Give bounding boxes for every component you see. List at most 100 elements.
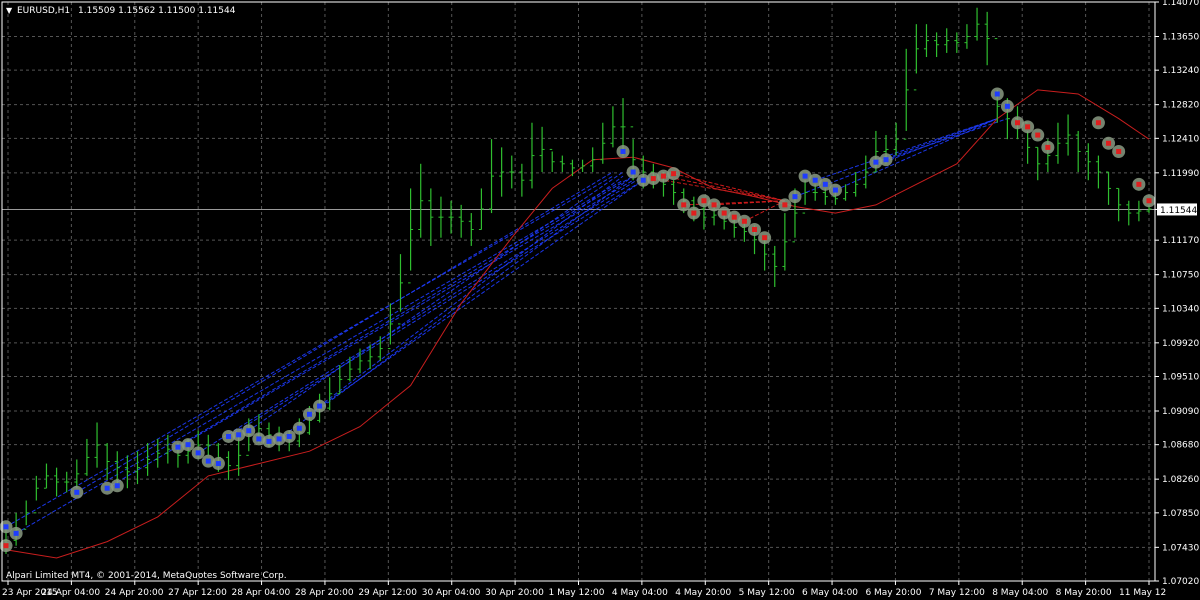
buy-marker bbox=[792, 194, 798, 200]
sell-marker bbox=[731, 214, 737, 220]
price-tick-label: 1.13240 bbox=[1162, 66, 1199, 76]
price-tick-label: 1.11170 bbox=[1162, 236, 1199, 246]
current-price-label: 1.11544 bbox=[1160, 206, 1197, 216]
buy-marker bbox=[296, 425, 302, 431]
time-tick-label: 27 Apr 12:00 bbox=[168, 588, 227, 598]
buy-marker bbox=[13, 530, 19, 536]
sell-marker bbox=[1106, 140, 1112, 146]
buy-marker bbox=[205, 458, 211, 464]
time-tick-label: 24 Apr 04:00 bbox=[41, 588, 100, 598]
time-tick-label: 8 May 20:00 bbox=[1056, 588, 1112, 598]
price-chart[interactable]: 1.14070 1.13650 1.13240 1.12820 1.12410 1.119… bbox=[0, 0, 1200, 600]
sell-marker bbox=[721, 210, 727, 216]
buy-marker bbox=[286, 433, 292, 439]
time-tick-label: 28 Apr 04:00 bbox=[232, 588, 291, 598]
buy-marker bbox=[873, 159, 879, 165]
chart-header: ▼ EURUSD,H1 1.15509 1.15562 1.11500 1.11… bbox=[6, 6, 236, 16]
sell-marker bbox=[691, 210, 697, 216]
buy-marker bbox=[640, 177, 646, 183]
sell-marker bbox=[671, 171, 677, 177]
price-tick-label: 1.14070 bbox=[1162, 0, 1199, 8]
sell-marker bbox=[1045, 144, 1051, 150]
buy-marker bbox=[266, 438, 272, 444]
trade-connector-line bbox=[663, 175, 785, 202]
envelope-line bbox=[5, 89, 1150, 559]
sell-marker bbox=[660, 173, 666, 179]
price-tick-label: 1.09510 bbox=[1162, 373, 1199, 383]
price-tick-label: 1.08260 bbox=[1162, 475, 1199, 485]
trade-connector-line bbox=[875, 118, 998, 163]
price-tick-label: 1.07430 bbox=[1162, 543, 1199, 553]
time-tick-label: 5 May 12:00 bbox=[739, 588, 795, 598]
buy-marker bbox=[185, 442, 191, 448]
sell-marker bbox=[762, 235, 768, 241]
trade-connector-line bbox=[309, 179, 644, 415]
time-tick-label: 7 May 12:00 bbox=[929, 588, 985, 598]
sell-marker bbox=[1015, 120, 1021, 126]
time-tick-label: 6 May 04:00 bbox=[802, 588, 858, 598]
price-tick-label: 1.10750 bbox=[1162, 271, 1199, 281]
time-axis: 23 Apr 201524 Apr 04:00 24 Apr 20:00 27 Ap… bbox=[2, 581, 1166, 598]
price-tick-label: 1.10340 bbox=[1162, 304, 1199, 314]
sell-marker bbox=[752, 226, 758, 232]
buy-marker bbox=[1004, 103, 1010, 109]
price-tick-label: 1.12820 bbox=[1162, 101, 1199, 111]
copyright-text: Alpari Limited MT4, © 2001-2014, MetaQuo… bbox=[6, 571, 287, 581]
time-tick-label: 29 Apr 12:00 bbox=[358, 588, 417, 598]
time-tick-label: 4 May 04:00 bbox=[612, 588, 668, 598]
time-tick-label: 28 Apr 20:00 bbox=[295, 588, 354, 598]
sell-marker bbox=[1095, 120, 1101, 126]
chart-menu-icon[interactable]: ▼ bbox=[6, 6, 13, 15]
price-tick-label: 1.12410 bbox=[1162, 134, 1199, 144]
buy-marker bbox=[104, 485, 110, 491]
buy-marker bbox=[226, 433, 232, 439]
sell-marker bbox=[1146, 198, 1152, 204]
trade-connector-line bbox=[248, 171, 624, 432]
symbol-label: EURUSD,H1 bbox=[17, 6, 70, 16]
price-tick-label: 1.09090 bbox=[1162, 407, 1199, 417]
sell-marker bbox=[782, 202, 788, 208]
time-tick-label: 30 Apr 04:00 bbox=[422, 588, 481, 598]
price-bars bbox=[3, 7, 1152, 554]
buy-marker bbox=[114, 483, 120, 489]
buy-marker bbox=[3, 524, 9, 530]
buy-marker bbox=[175, 444, 181, 450]
buy-marker bbox=[276, 436, 282, 442]
buy-marker bbox=[994, 91, 1000, 97]
price-tick-label: 1.09920 bbox=[1162, 339, 1199, 349]
time-tick-label: 30 Apr 20:00 bbox=[485, 588, 544, 598]
trade-connector-line bbox=[15, 179, 624, 534]
buy-marker bbox=[215, 461, 221, 467]
sell-marker bbox=[1136, 181, 1142, 187]
buy-marker bbox=[317, 403, 323, 409]
time-tick-label: 4 May 20:00 bbox=[675, 588, 731, 598]
time-tick-label: 1 May 12:00 bbox=[549, 588, 605, 598]
price-tick-label: 1.11990 bbox=[1162, 169, 1199, 179]
buy-marker bbox=[256, 436, 262, 442]
time-tick-label: 24 Apr 20:00 bbox=[105, 588, 164, 598]
buy-marker bbox=[620, 148, 626, 154]
time-tick-label: 8 May 04:00 bbox=[992, 588, 1048, 598]
sell-marker bbox=[1116, 148, 1122, 154]
price-tick-label: 1.08680 bbox=[1162, 441, 1199, 451]
trade-markers bbox=[0, 87, 1156, 553]
chart-grid bbox=[2, 1, 1155, 582]
time-tick-label: 6 May 20:00 bbox=[865, 588, 921, 598]
sell-marker bbox=[711, 202, 717, 208]
price-tick-label: 1.13650 bbox=[1162, 32, 1199, 42]
trade-connectors bbox=[5, 118, 1008, 534]
price-tick-label: 1.07020 bbox=[1162, 577, 1199, 587]
price-tick-label: 1.07850 bbox=[1162, 509, 1199, 519]
buy-marker bbox=[832, 187, 838, 193]
trade-connector-line bbox=[835, 118, 998, 191]
time-tick-label: 11 May 12 bbox=[1119, 588, 1166, 598]
buy-marker bbox=[802, 173, 808, 179]
sell-marker bbox=[3, 543, 9, 549]
buy-marker bbox=[883, 157, 889, 163]
buy-marker bbox=[630, 169, 636, 175]
sell-marker bbox=[1025, 124, 1031, 130]
ohlc-values: 1.15509 1.15562 1.11500 1.11544 bbox=[78, 6, 236, 16]
sell-marker bbox=[650, 176, 656, 182]
buy-marker bbox=[822, 181, 828, 187]
buy-marker bbox=[74, 489, 80, 495]
